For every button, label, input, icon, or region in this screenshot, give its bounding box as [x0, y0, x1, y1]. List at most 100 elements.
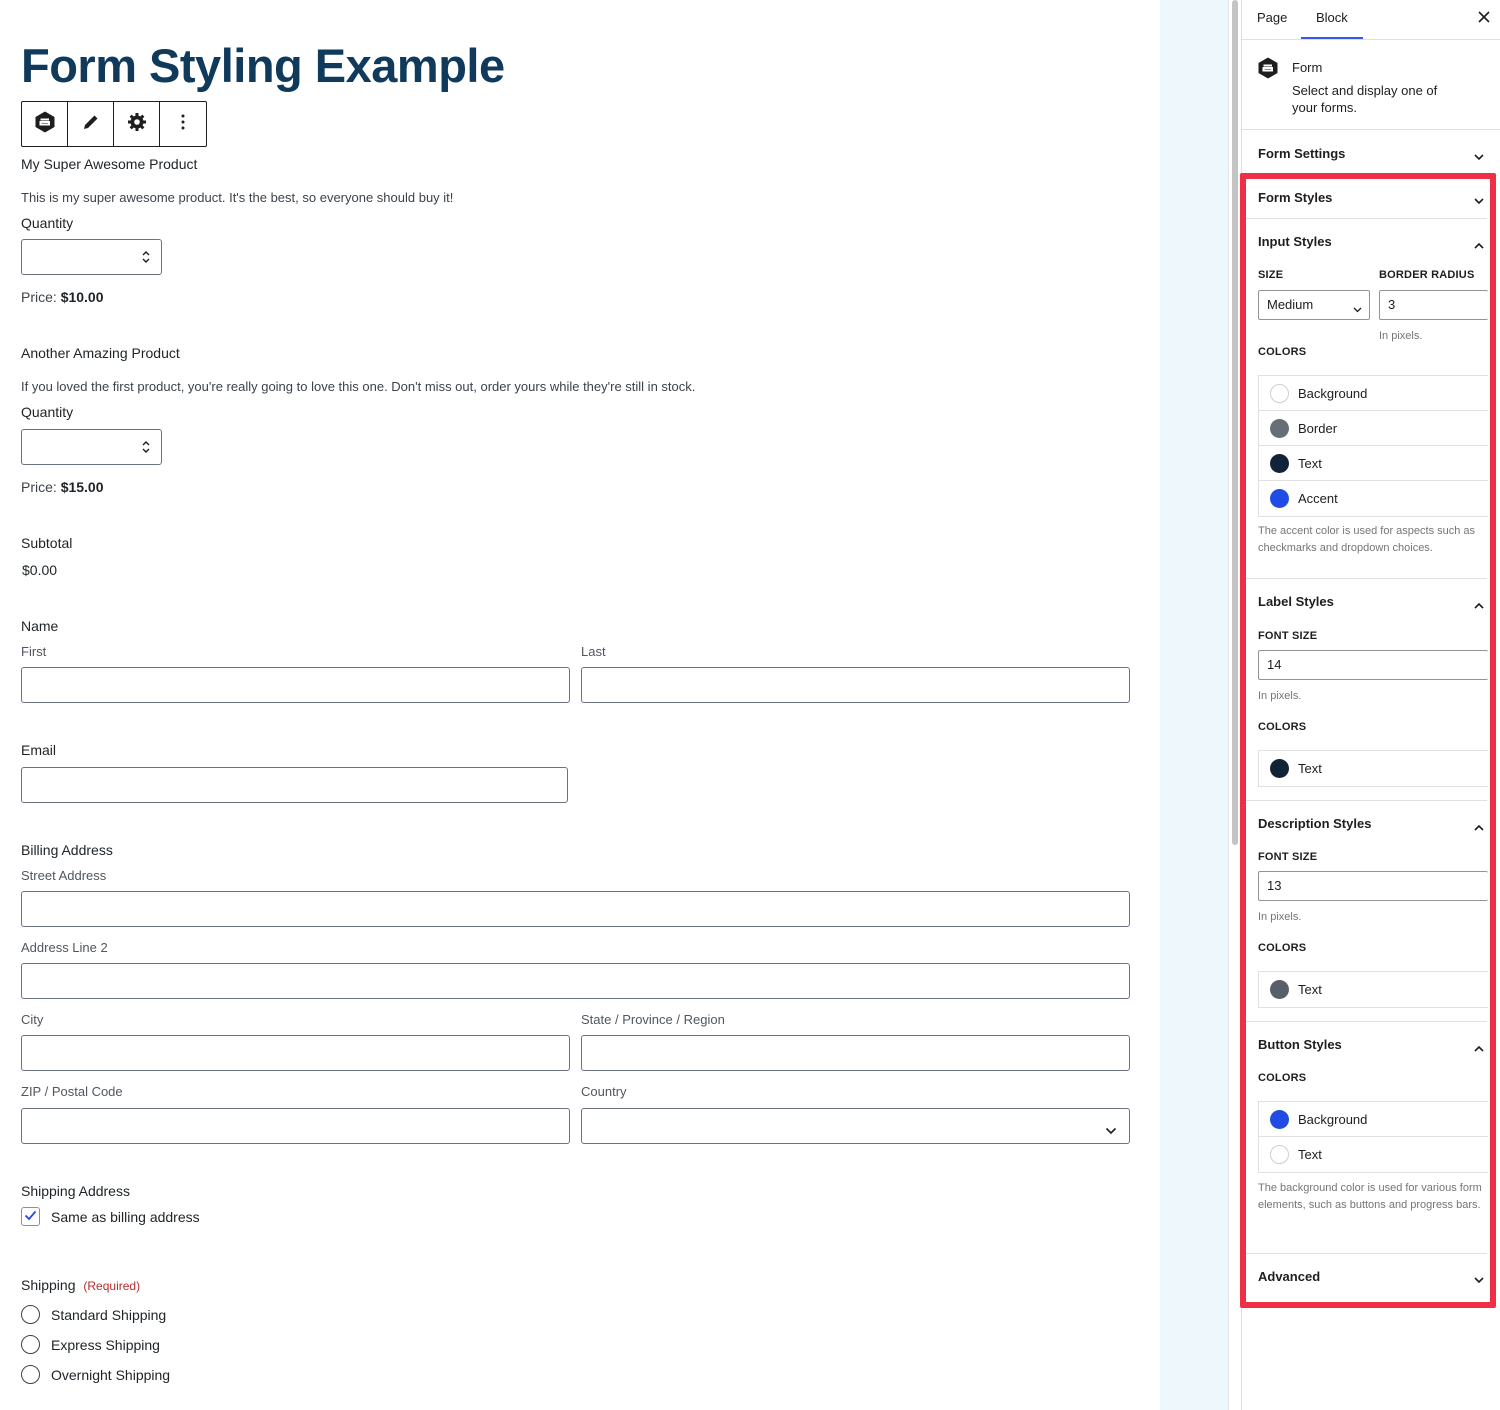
shipping-option[interactable]: Standard Shipping [21, 1305, 166, 1324]
panel-title: Label Styles [1258, 594, 1334, 609]
color-swatch [1270, 1109, 1289, 1129]
color-option-background[interactable]: Background [1259, 1102, 1488, 1137]
required-indicator: (Required) [83, 1279, 141, 1293]
last-name-input[interactable] [581, 667, 1130, 703]
color-label: Accent [1298, 491, 1338, 506]
color-option-text[interactable]: Text [1259, 1137, 1488, 1172]
street-address-sublabel: Street Address [21, 868, 107, 883]
shipping-address-label: Shipping Address [21, 1183, 130, 1199]
close-icon[interactable] [1477, 10, 1491, 29]
settings-button[interactable] [114, 102, 160, 146]
chevron-up-icon [1474, 818, 1484, 836]
active-tab-indicator [1301, 37, 1363, 39]
color-option-border[interactable]: Border [1259, 411, 1488, 446]
color-swatch [1270, 980, 1289, 999]
block-toolbar [21, 101, 207, 147]
font-size-help: In pixels. [1258, 911, 1302, 923]
panel-description-styles[interactable]: Description Styles [1242, 801, 1487, 845]
color-swatch [1270, 383, 1289, 403]
city-input[interactable] [21, 1035, 570, 1071]
panel-title: Advanced [1258, 1269, 1321, 1284]
shipping-radio[interactable] [21, 1305, 40, 1324]
color-label: Text [1298, 455, 1322, 471]
description-colors-group: Text [1258, 971, 1488, 1008]
stepper-arrows-icon[interactable] [141, 439, 151, 460]
font-size-label: FONT SIZE [1258, 630, 1318, 642]
input-colors-group: Background Border Text Accent [1258, 375, 1488, 517]
zip-input[interactable] [21, 1108, 570, 1144]
block-type-button[interactable] [22, 102, 68, 146]
quantity-stepper[interactable] [21, 429, 162, 465]
quantity-stepper[interactable] [21, 239, 162, 275]
panel-advanced[interactable]: Advanced [1242, 1254, 1487, 1298]
editor-canvas: Form Styling Example My Super Awesome Pr… [0, 0, 1160, 1410]
stepper-arrows-icon[interactable] [141, 249, 151, 270]
panel-title: Form Styles [1258, 190, 1333, 205]
panel-title: Description Styles [1258, 816, 1372, 831]
border-radius-help: In pixels. [1379, 330, 1423, 342]
price-label: Price: [21, 289, 57, 305]
tab-block[interactable]: Block [1316, 10, 1348, 25]
color-option-background[interactable]: Background [1259, 376, 1488, 411]
price-value: $10.00 [60, 289, 104, 305]
same-as-billing-checkbox[interactable] [21, 1207, 40, 1226]
first-name-input[interactable] [21, 667, 570, 703]
label-colors-group: Text [1258, 750, 1488, 787]
more-options-button[interactable] [160, 102, 206, 146]
color-swatch [1270, 759, 1289, 778]
chevron-down-icon [1474, 1271, 1484, 1289]
shipping-radio[interactable] [21, 1335, 40, 1354]
chevron-up-icon [1474, 596, 1484, 614]
scrollbar-thumb[interactable] [1232, 0, 1238, 845]
chevron-up-icon [1474, 236, 1484, 254]
email-input[interactable] [21, 767, 568, 803]
block-title: Form [1292, 60, 1323, 75]
address-line2-sublabel: Address Line 2 [21, 940, 108, 955]
border-radius-input[interactable]: 3 [1379, 290, 1488, 320]
gear-icon [127, 112, 147, 137]
street-address-input[interactable] [21, 891, 1130, 927]
block-description: Select and display one of your forms. [1292, 83, 1438, 115]
same-as-billing-option[interactable]: Same as billing address [21, 1207, 200, 1226]
border-radius-label: BORDER RADIUS [1379, 269, 1475, 281]
shipping-option-label: Standard Shipping [51, 1306, 167, 1323]
email-label: Email [21, 742, 57, 758]
panel-form-settings[interactable]: Form Settings [1242, 131, 1487, 175]
shipping-option-label: Overnight Shipping [51, 1366, 171, 1383]
tab-page[interactable]: Page [1257, 10, 1287, 25]
color-label: Border [1298, 420, 1338, 436]
size-label: SIZE [1258, 269, 1284, 281]
font-size-label: FONT SIZE [1258, 851, 1318, 863]
panel-label-styles[interactable]: Label Styles [1242, 579, 1487, 623]
colors-label: COLORS [1258, 942, 1307, 954]
panel-input-styles[interactable]: Input Styles [1242, 219, 1487, 263]
shipping-option[interactable]: Overnight Shipping [21, 1365, 170, 1384]
colors-label: COLORS [1258, 721, 1307, 733]
pencil-icon [81, 112, 101, 137]
panel-form-styles[interactable]: Form Styles [1242, 175, 1487, 219]
state-sublabel: State / Province / Region [581, 1012, 725, 1027]
color-option-text[interactable]: Text [1259, 751, 1488, 786]
button-colors-group: Background Text [1258, 1101, 1488, 1173]
state-input[interactable] [581, 1035, 1130, 1071]
panel-title: Input Styles [1258, 234, 1332, 249]
label-font-size-input[interactable]: 14 [1258, 650, 1488, 680]
country-select[interactable] [581, 1108, 1130, 1144]
shipping-option[interactable]: Express Shipping [21, 1335, 160, 1354]
panel-button-styles[interactable]: Button Styles [1242, 1022, 1487, 1066]
color-option-text[interactable]: Text [1259, 446, 1488, 481]
product-name: My Super Awesome Product [21, 156, 198, 172]
product-description: If you loved the first product, you're r… [21, 379, 696, 394]
more-vertical-icon [180, 113, 186, 136]
panel-title: Button Styles [1258, 1037, 1342, 1052]
address-line2-input[interactable] [21, 963, 1130, 999]
edit-button[interactable] [68, 102, 114, 146]
color-option-accent[interactable]: Accent [1259, 481, 1488, 516]
shipping-radio[interactable] [21, 1365, 40, 1384]
description-font-size-input[interactable]: 13 [1258, 871, 1488, 901]
color-swatch [1270, 1145, 1289, 1164]
shipping-option-label: Express Shipping [51, 1336, 160, 1353]
color-option-text[interactable]: Text [1259, 972, 1488, 1007]
page-title[interactable]: Form Styling Example [21, 38, 505, 93]
size-select[interactable]: Medium [1258, 290, 1370, 320]
